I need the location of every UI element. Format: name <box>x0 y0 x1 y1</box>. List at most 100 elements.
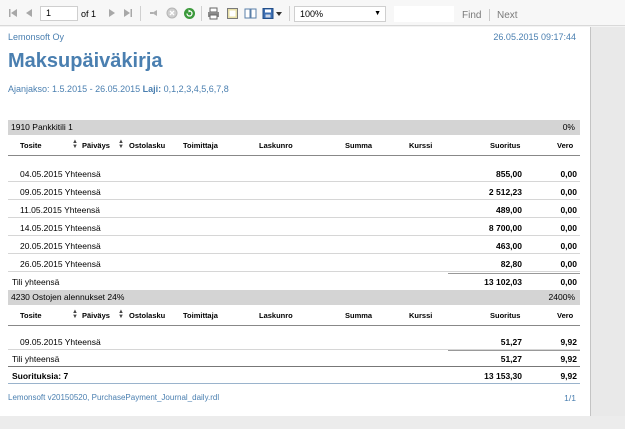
row-vat: 0,00 <box>560 241 577 251</box>
col-tosite: Tosite <box>20 141 42 150</box>
col-tosite: Tosite <box>20 311 42 320</box>
stop-icon[interactable] <box>165 6 179 20</box>
company-name: Lemonsoft Oy <box>8 32 65 42</box>
print-layout-icon[interactable] <box>225 6 239 20</box>
header-divider <box>8 325 580 326</box>
account-total-row: Tili yhteensä 13 102,03 0,00 <box>8 274 580 289</box>
row-payment: 2 512,23 <box>488 187 522 197</box>
account-name: 4230 Ostojen alennukset 24% <box>11 292 125 302</box>
type-value: 0,1,2,3,4,5,6,7,8 <box>163 84 229 94</box>
account-total-row: Tili yhteensä 51,27 9,92 <box>8 351 580 366</box>
toolbar-separator <box>289 6 290 21</box>
report-parameters: Ajanjakso: 1.5.2015 - 26.05.2015 Laji: 0… <box>8 84 229 94</box>
last-page-icon[interactable] <box>121 6 135 20</box>
page-margin <box>591 27 625 429</box>
export-icon[interactable] <box>262 6 284 20</box>
find-next-link[interactable]: Next <box>497 10 518 21</box>
print-datetime: 26.05.2015 09:17:44 <box>493 32 576 42</box>
header-divider <box>8 155 580 156</box>
row-payment: 855,00 <box>496 169 522 179</box>
zoom-select[interactable]: 100% ▼ <box>294 6 386 22</box>
sort-icon[interactable]: ▲ ▼ <box>72 309 78 320</box>
table-row: 20.05.2015 Yhteensä 463,00 0,00 <box>8 236 580 254</box>
account-group-header: 1910 Pankkitili 1 0% <box>8 120 580 135</box>
col-paivays: Päiväys <box>82 311 110 320</box>
row-payment: 463,00 <box>496 241 522 251</box>
col-kurssi: Kurssi <box>409 141 433 150</box>
table-row: 14.05.2015 Yhteensä 8 700,00 0,00 <box>8 218 580 236</box>
find-separator <box>489 9 490 21</box>
type-label: Laji: <box>142 84 162 94</box>
first-page-icon[interactable] <box>6 6 20 20</box>
page-setup-icon[interactable] <box>243 6 257 20</box>
col-toimittaja: Toimittaja <box>183 141 218 150</box>
row-label: 20.05.2015 Yhteensä <box>20 241 101 251</box>
next-page-icon[interactable] <box>105 6 119 20</box>
col-kurssi: Kurssi <box>409 311 433 320</box>
account-name: 1910 Pankkitili 1 <box>11 122 73 132</box>
grand-total-payment: 13 153,30 <box>484 371 522 381</box>
table-row: 09.05.2015 Yhteensä 51,27 9,92 <box>8 332 580 350</box>
col-laskunro: Laskunro <box>259 141 293 150</box>
col-laskunro: Laskunro <box>259 311 293 320</box>
col-summa: Summa <box>345 141 373 150</box>
row-vat: 0,00 <box>560 187 577 197</box>
col-summa: Summa <box>345 311 373 320</box>
viewer-background <box>0 416 625 429</box>
back-icon[interactable] <box>147 6 161 20</box>
find-link[interactable]: Find <box>462 10 481 21</box>
page-indicator: 1/1 <box>564 393 576 403</box>
row-vat: 0,00 <box>560 223 577 233</box>
column-header-row: Tosite ▲ ▼ Päiväys ▲ ▼ Ostolasku Toimittaj… <box>8 309 580 323</box>
row-vat: 9,92 <box>560 337 577 347</box>
row-payment: 51,27 <box>500 337 522 347</box>
total-payment: 51,27 <box>500 354 522 364</box>
sort-icon[interactable]: ▲ ▼ <box>72 139 78 150</box>
row-payment: 82,80 <box>500 259 522 269</box>
grand-total-vat: 9,92 <box>560 371 577 381</box>
find-input[interactable] <box>394 6 454 22</box>
col-ostolasku: Ostolasku <box>129 141 166 150</box>
row-vat: 0,00 <box>560 169 577 179</box>
sort-icon[interactable]: ▲ ▼ <box>118 309 124 320</box>
col-suoritus: Suoritus <box>490 311 521 320</box>
account-percent: 2400% <box>548 292 575 302</box>
print-icon[interactable] <box>206 6 220 20</box>
col-paivays: Päiväys <box>82 141 110 150</box>
row-label: 11.05.2015 Yhteensä <box>20 205 101 215</box>
previous-page-icon[interactable] <box>22 6 36 20</box>
grand-total-label: Suorituksia: 7 <box>12 371 69 381</box>
row-vat: 0,00 <box>560 259 577 269</box>
total-vat: 9,92 <box>560 354 577 364</box>
total-label: Tili yhteensä <box>12 277 60 287</box>
table-row: 11.05.2015 Yhteensä 489,00 0,00 <box>8 200 580 218</box>
grand-total-row: Suorituksia: 7 13 153,30 9,92 <box>8 366 580 382</box>
report-toolbar: 1 of 1 100% ▼ Find Next <box>0 0 625 26</box>
col-vero: Vero <box>557 311 574 320</box>
table-row: 04.05.2015 Yhteensä 855,00 0,00 <box>8 164 580 182</box>
total-vat: 0,00 <box>560 277 577 287</box>
row-label: 09.05.2015 Yhteensä <box>20 187 101 197</box>
footer-divider <box>8 383 580 384</box>
report-footer-source: Lemonsoft v20150520, PurchasePayment_Jou… <box>8 393 220 402</box>
row-vat: 0,00 <box>560 205 577 215</box>
table-row: 09.05.2015 Yhteensä 2 512,23 0,00 <box>8 182 580 200</box>
period-label: Ajanjakso: <box>8 84 50 94</box>
page-count-label: of 1 <box>81 9 97 19</box>
report-title: Maksupäiväkirja <box>8 50 163 72</box>
col-toimittaja: Toimittaja <box>183 311 218 320</box>
total-label: Tili yhteensä <box>12 354 60 364</box>
sort-icon[interactable]: ▲ ▼ <box>118 139 124 150</box>
column-header-row: Tosite ▲ ▼ Päiväys ▲ ▼ Ostolasku Toimittaj… <box>8 139 580 153</box>
row-payment: 489,00 <box>496 205 522 215</box>
row-label: 09.05.2015 Yhteensä <box>20 337 101 347</box>
chevron-down-icon: ▼ <box>374 10 381 17</box>
toolbar-separator <box>140 6 141 21</box>
table-row: 26.05.2015 Yhteensä 82,80 0,00 <box>8 254 580 272</box>
toolbar-separator <box>201 6 202 21</box>
page-number-input[interactable]: 1 <box>40 6 78 21</box>
col-vero: Vero <box>557 141 574 150</box>
refresh-icon[interactable] <box>182 6 196 20</box>
account-group-header: 4230 Ostojen alennukset 24% 2400% <box>8 290 580 305</box>
account-percent: 0% <box>562 122 575 132</box>
